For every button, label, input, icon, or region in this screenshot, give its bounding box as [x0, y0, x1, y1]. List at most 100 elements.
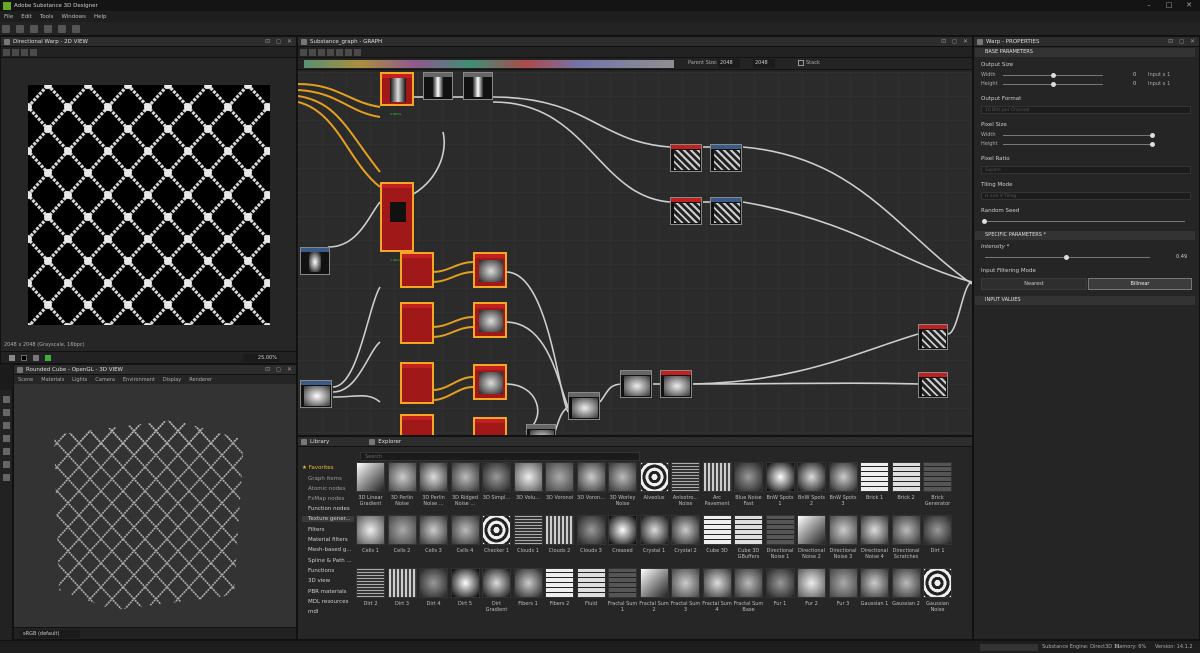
graph-node[interactable] — [400, 252, 434, 288]
library-item-thumbnail[interactable] — [482, 462, 511, 492]
intensity-value[interactable]: 0.49 — [1176, 254, 1187, 260]
library-item-thumbnail[interactable] — [545, 462, 574, 492]
frame-icon[interactable] — [300, 48, 307, 56]
3d-menu-materials[interactable]: Materials — [41, 377, 64, 383]
save-all-icon[interactable] — [43, 25, 52, 33]
library-item-thumbnail[interactable] — [576, 462, 606, 492]
zoom-field[interactable]: 25.00% — [243, 354, 279, 362]
output-height-mode[interactable]: Input x 1 — [1148, 81, 1170, 87]
library-item-thumbnail[interactable] — [860, 462, 889, 492]
category-texture-generators[interactable]: Texture gener... — [302, 516, 354, 522]
library-item-thumbnail[interactable] — [639, 515, 669, 545]
graph-node[interactable] — [380, 72, 414, 106]
3d-cube-preview[interactable] — [24, 395, 274, 625]
random-seed-slider[interactable] — [985, 221, 1185, 222]
graph-node[interactable] — [423, 72, 453, 100]
library-item-thumbnail[interactable] — [702, 462, 732, 492]
library-item-thumbnail[interactable] — [419, 462, 448, 492]
library-item-thumbnail[interactable] — [702, 568, 732, 598]
pixel-ratio-select[interactable]: Square — [981, 166, 1191, 174]
histogram-icon[interactable] — [30, 48, 37, 56]
2d-texture-preview[interactable] — [28, 85, 270, 325]
category-fxmap-nodes[interactable]: FxMap nodes — [302, 496, 344, 502]
undo-icon[interactable] — [57, 25, 66, 33]
graph-node[interactable] — [473, 252, 507, 288]
library-item-thumbnail[interactable] — [671, 515, 700, 545]
save-icon[interactable] — [29, 25, 38, 33]
stack-checkbox[interactable] — [798, 60, 804, 66]
library-item-thumbnail[interactable] — [891, 568, 921, 598]
redo-icon[interactable] — [71, 25, 80, 33]
atomic-nodes-strip[interactable] — [304, 60, 674, 68]
new-package-icon[interactable] — [2, 25, 10, 33]
colorspace-select[interactable]: sRGB (default) — [20, 630, 80, 638]
library-item-thumbnail[interactable] — [734, 568, 763, 598]
3d-menu-environment[interactable]: Environment — [123, 377, 155, 383]
library-item-thumbnail[interactable] — [671, 568, 700, 598]
library-item-thumbnail[interactable] — [828, 515, 858, 545]
library-item-thumbnail[interactable] — [608, 568, 637, 598]
graph-node[interactable] — [380, 182, 414, 252]
library-item-thumbnail[interactable] — [923, 515, 952, 545]
library-item-thumbnail[interactable] — [828, 462, 858, 492]
random-seed-knob[interactable] — [982, 219, 987, 224]
graph-node[interactable] — [710, 144, 742, 172]
category-mdl[interactable]: mdl — [302, 609, 318, 615]
axis-icon[interactable] — [3, 448, 10, 455]
library-item-thumbnail[interactable] — [356, 462, 385, 492]
graph-node[interactable] — [660, 370, 692, 398]
library-item-thumbnail[interactable] — [545, 515, 574, 545]
checker-bg-icon[interactable] — [45, 355, 51, 361]
3d-menu-scene[interactable]: Scene — [18, 377, 33, 383]
library-item-thumbnail[interactable] — [639, 568, 669, 598]
library-item-thumbnail[interactable] — [387, 568, 417, 598]
graph-node[interactable] — [400, 414, 434, 435]
category-favorites[interactable]: ★ Favorites — [302, 465, 334, 471]
graph-node[interactable] — [918, 324, 948, 350]
category-function-nodes[interactable]: Function nodes — [302, 506, 350, 512]
input-values-section[interactable]: INPUT VALUES — [975, 296, 1195, 305]
library-item-thumbnail[interactable] — [891, 515, 921, 545]
category-spline-path[interactable]: Spline & Path ... — [302, 558, 352, 564]
parent-size-select[interactable]: 2048 — [718, 59, 740, 68]
library-item-thumbnail[interactable] — [513, 462, 543, 492]
library-item-thumbnail[interactable] — [797, 568, 826, 598]
library-item-thumbnail[interactable] — [891, 462, 921, 492]
library-item-thumbnail[interactable] — [860, 568, 889, 598]
base-parameters-section[interactable]: BASE PARAMETERS — [975, 48, 1195, 57]
library-item-thumbnail[interactable] — [545, 568, 574, 598]
layout-icon[interactable] — [327, 48, 334, 56]
graph-node[interactable] — [400, 362, 434, 404]
library-item-thumbnail[interactable] — [639, 462, 669, 492]
library-item-thumbnail[interactable] — [387, 515, 417, 545]
library-item-thumbnail[interactable] — [576, 568, 606, 598]
menu-edit[interactable]: Edit — [21, 14, 32, 20]
menu-help[interactable]: Help — [94, 14, 107, 20]
graph-node[interactable] — [710, 197, 742, 225]
category-graph-items[interactable]: Graph items — [302, 476, 342, 482]
category-filters[interactable]: Filters — [302, 527, 325, 533]
library-item-thumbnail[interactable] — [482, 568, 511, 598]
3d-menu-camera[interactable]: Camera — [95, 377, 115, 383]
library-item-thumbnail[interactable] — [387, 462, 417, 492]
3d-menu-renderer[interactable]: Renderer — [189, 377, 212, 383]
maximize-icon[interactable]: □ — [1162, 0, 1176, 11]
pixel-height-knob[interactable] — [1150, 142, 1155, 147]
output-format-select[interactable]: 16 Bits per Channel — [981, 106, 1191, 114]
library-item-thumbnail[interactable] — [356, 515, 385, 545]
library-item-thumbnail[interactable] — [356, 568, 385, 598]
category-mesh-based[interactable]: Mesh-based g... — [302, 547, 352, 553]
color-mode-icon[interactable] — [9, 355, 15, 361]
camera-icon[interactable] — [3, 396, 10, 403]
library-item-thumbnail[interactable] — [702, 515, 732, 545]
zoom-fit-icon[interactable] — [354, 48, 361, 56]
display-icon[interactable] — [3, 435, 10, 442]
panel-buttons[interactable]: ⊡ ◻ ✕ — [941, 38, 970, 45]
graph-node[interactable] — [473, 302, 507, 338]
output-height-value[interactable]: 0 — [1133, 81, 1136, 87]
comment-icon[interactable] — [309, 48, 316, 56]
library-item-thumbnail[interactable] — [860, 515, 889, 545]
library-item-thumbnail[interactable] — [419, 515, 448, 545]
library-search-input[interactable]: Search — [360, 452, 640, 461]
library-item-thumbnail[interactable] — [608, 462, 637, 492]
